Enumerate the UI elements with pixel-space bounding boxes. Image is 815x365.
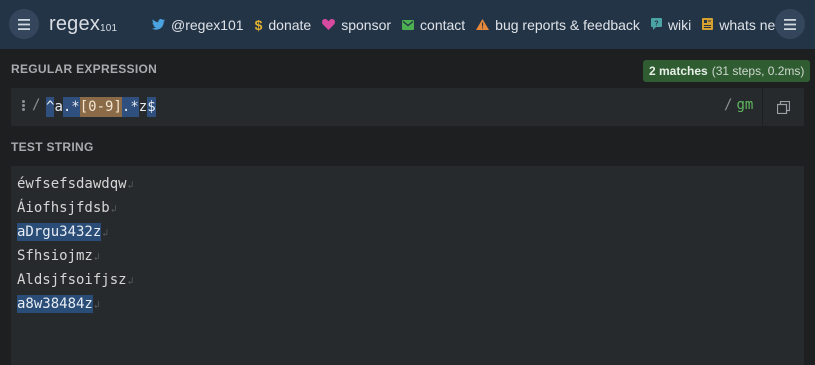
nav-donate[interactable]: $ donate xyxy=(255,17,312,33)
nav-contact-label: contact xyxy=(420,16,466,33)
copy-icon xyxy=(777,100,790,114)
open-delimiter: / xyxy=(32,97,41,113)
line-text: Áiofhsjfdsb xyxy=(17,200,110,216)
newline-marker-icon: ↲ xyxy=(93,300,100,311)
wiki-icon: ? xyxy=(650,17,662,33)
nav-sponsor[interactable]: sponsor xyxy=(322,17,391,33)
left-menu-button[interactable] xyxy=(9,9,39,39)
hamburger-icon xyxy=(784,18,796,30)
match-info-badge: 2 matches (31 steps, 0.2ms) xyxy=(643,60,811,82)
regex-token-dotstar: .* xyxy=(62,97,80,117)
regex-input-row: / ^ a .* [0-9] .* z $ / gm xyxy=(11,88,804,126)
line-text: Sfhsiojmz xyxy=(17,248,93,264)
nav-bug-reports[interactable]: bug reports & feedback xyxy=(476,17,640,33)
twitter-icon xyxy=(152,17,165,33)
match-highlight: a8w38484z xyxy=(17,295,93,313)
top-nav: @regex101 $ donate sponsor contact bug r… xyxy=(152,0,804,49)
svg-text:?: ? xyxy=(654,20,658,27)
newline-marker-icon: ↲ xyxy=(102,228,109,239)
match-count: 2 matches xyxy=(649,64,708,78)
newline-marker-icon: ↲ xyxy=(110,204,117,215)
nav-contact[interactable]: contact xyxy=(402,17,465,33)
test-string-editor[interactable]: éwfsefsdawdqw↲ Áiofhsjfdsb↲ aDrgu3432z↲ Sfh… xyxy=(11,166,804,365)
nav-donate-label: donate xyxy=(268,16,312,33)
newline-marker-icon: ↲ xyxy=(127,180,134,191)
heart-icon xyxy=(322,17,336,33)
test-string-line: a8w38484z↲ xyxy=(17,293,100,315)
whats-new-icon xyxy=(702,17,714,33)
test-string-line: éwfsefsdawdqw↲ xyxy=(17,173,134,195)
logo-sub: 101 xyxy=(100,23,118,34)
newline-marker-icon: ↲ xyxy=(93,252,100,263)
test-string-line: Áiofhsjfdsb↲ xyxy=(17,197,117,219)
nav-wiki[interactable]: ? wiki xyxy=(650,16,692,33)
regex-token-literal-z: z xyxy=(138,99,148,115)
copy-button[interactable] xyxy=(762,88,804,126)
nav-sponsor-label: sponsor xyxy=(341,16,392,33)
regex-flags[interactable]: / gm xyxy=(724,97,753,113)
line-text: Aldsjfsoifjsz xyxy=(17,272,127,288)
newline-marker-icon: ↲ xyxy=(127,276,134,287)
regex-token-anchor-start: ^ xyxy=(46,97,55,117)
test-section-label: TEST STRING xyxy=(11,140,94,154)
nav-twitter[interactable]: @regex101 xyxy=(152,17,244,33)
nav-wiki-label: wiki xyxy=(667,16,692,33)
nav-bug-reports-label: bug reports & feedback xyxy=(495,16,640,33)
match-highlight: aDrgu3432z xyxy=(17,223,102,241)
regex-token-anchor-end: $ xyxy=(147,97,156,117)
top-bar: regex101 @regex101 $ donate sponsor cont… xyxy=(0,0,815,49)
delimiter-menu-icon[interactable] xyxy=(21,99,27,113)
flags-value: gm xyxy=(736,97,754,113)
mail-icon xyxy=(402,17,415,33)
test-string-line: aDrgu3432z↲ xyxy=(17,221,108,243)
regex-input[interactable]: ^ a .* [0-9] .* z $ xyxy=(46,96,156,118)
regex101-logo[interactable]: regex101 xyxy=(49,13,117,36)
logo-main: regex xyxy=(49,13,101,35)
regex-token-char-class: [0-9] xyxy=(79,97,122,117)
test-string-line: Sfhsiojmz↲ xyxy=(17,245,100,267)
hamburger-icon xyxy=(18,18,30,30)
regex-section-label: REGULAR EXPRESSION xyxy=(11,62,158,76)
right-menu-button[interactable] xyxy=(775,9,805,39)
line-text: éwfsefsdawdqw xyxy=(17,176,127,192)
close-delimiter: / xyxy=(724,97,733,113)
regex-token-literal-a: a xyxy=(54,99,63,115)
match-detail: (31 steps, 0.2ms) xyxy=(711,64,805,78)
regex-token-dotstar: .* xyxy=(121,97,139,117)
dollar-icon: $ xyxy=(254,16,263,33)
warning-icon xyxy=(476,17,490,33)
test-string-line: Aldsjfsoifjsz↲ xyxy=(17,269,134,291)
nav-twitter-label: @regex101 xyxy=(171,16,244,33)
